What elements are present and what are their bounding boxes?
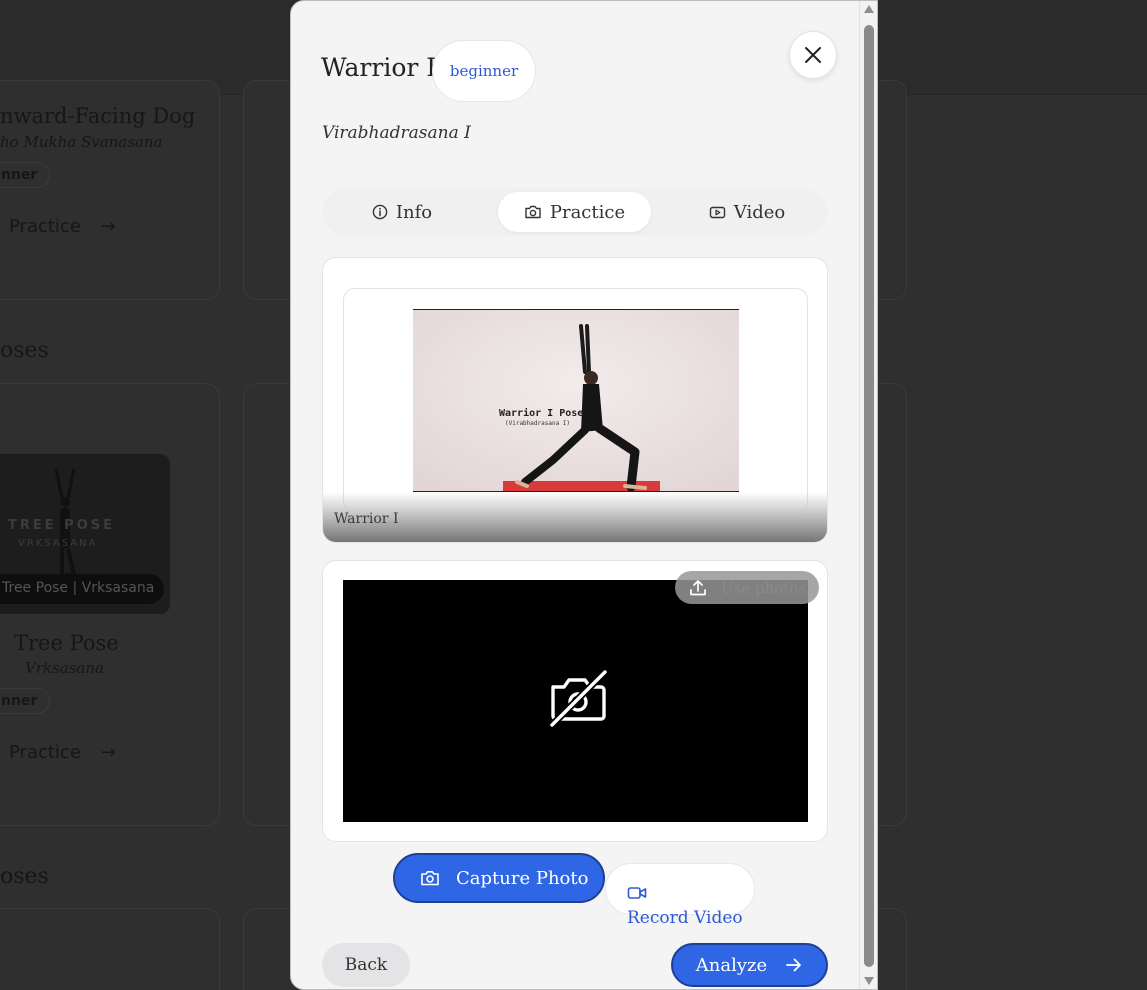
- tab-video-label: Video: [733, 201, 786, 223]
- analyze-label: Analyze: [695, 954, 768, 976]
- camera-icon: [421, 871, 439, 886]
- background-section-heading: oses: [0, 864, 49, 889]
- capture-photo-label: Capture Photo: [456, 867, 589, 889]
- reference-image-subtitle: (Virabhadrasana I): [505, 420, 571, 427]
- background-practice-link: Practice →: [9, 742, 116, 763]
- background-thumb-title: TREE POSE: [8, 518, 115, 533]
- pose-sanskrit-name: Virabhadrasana I: [322, 123, 471, 143]
- scroll-up-icon[interactable]: [864, 5, 874, 13]
- close-icon: [805, 47, 821, 63]
- tab-bar: Info Practice Video: [322, 188, 828, 236]
- pose-modal: Warrior I beginner Virabhadrasana I Info…: [290, 0, 878, 990]
- info-icon: [372, 204, 388, 220]
- background-thumb-caption: Tree Pose | Vrksasana: [0, 574, 165, 604]
- tab-info[interactable]: Info: [342, 192, 462, 232]
- analyze-button[interactable]: Analyze: [671, 943, 828, 987]
- background-level-chip: nner: [0, 162, 51, 188]
- level-badge: beginner: [432, 40, 536, 102]
- camera-card: Use photos: [322, 560, 828, 842]
- tab-practice[interactable]: Practice: [498, 192, 651, 232]
- record-video-button[interactable]: Record Video: [605, 863, 755, 928]
- arrow-right-icon: →: [100, 216, 116, 237]
- arrow-right-icon: →: [100, 742, 116, 763]
- reference-image-title: Warrior I Pose: [499, 408, 584, 419]
- background-level-chip: nner: [0, 688, 51, 714]
- pose-title: Warrior I: [321, 53, 437, 82]
- capture-photo-button[interactable]: Capture Photo: [393, 853, 605, 903]
- video-camera-icon: [627, 887, 647, 899]
- reference-caption: Warrior I: [334, 511, 399, 527]
- close-button[interactable]: [789, 31, 837, 79]
- tab-video[interactable]: Video: [682, 192, 812, 232]
- scroll-down-icon[interactable]: [864, 977, 874, 985]
- background-practice-link: Practice →: [9, 216, 116, 237]
- background-practice-label: Practice: [9, 742, 81, 763]
- reference-pose-image: Warrior I Pose (Virabhadrasana I): [413, 309, 739, 492]
- tab-practice-label: Practice: [549, 201, 626, 223]
- background-section-heading: oses: [0, 338, 49, 363]
- modal-scrollbar[interactable]: [859, 1, 877, 989]
- background-thumb-subtitle: VRKSASANA: [18, 538, 98, 549]
- scrollbar-thumb[interactable]: [864, 25, 874, 967]
- reference-pose-card: Warrior I Pose (Virabhadrasana I) Warrio…: [322, 257, 828, 543]
- arrow-right-icon: [786, 958, 802, 972]
- background-practice-label: Practice: [9, 216, 81, 237]
- reference-caption-overlay: [323, 492, 827, 542]
- background-card-title: nward-Facing Dog: [0, 104, 196, 128]
- use-photos-label: Use photos: [721, 578, 807, 597]
- camera-icon: [525, 205, 541, 219]
- tab-info-label: Info: [395, 201, 433, 223]
- use-photos-button[interactable]: Use photos: [675, 571, 819, 604]
- background-card: [0, 908, 220, 990]
- camera-preview[interactable]: [343, 580, 808, 822]
- background-card-sanskrit: ho Mukha Svanasana: [0, 133, 163, 151]
- video-play-icon: [709, 206, 725, 218]
- upload-icon: [690, 579, 706, 595]
- warrior-pose-illustration: [413, 310, 739, 491]
- camera-off-icon: [549, 669, 608, 727]
- background-card-sanskrit: Vrksasana: [25, 659, 104, 677]
- record-video-label: Record Video: [627, 908, 743, 928]
- back-button[interactable]: Back: [322, 943, 410, 987]
- background-card-title: Tree Pose: [14, 631, 119, 655]
